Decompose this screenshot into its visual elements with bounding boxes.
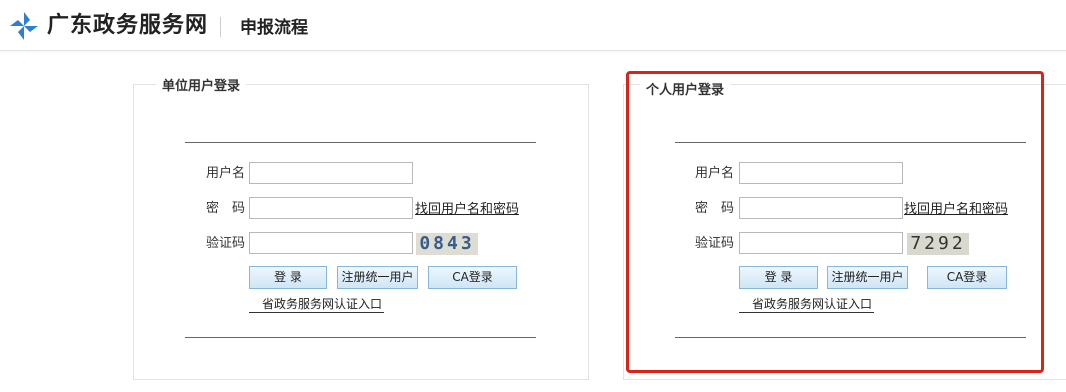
password-input[interactable] — [249, 197, 413, 219]
unit-login-panel: 单位用户登录 用户名 密 码 找回用户名和密码 验证码 0843 登 录 注册统… — [133, 79, 589, 380]
bottom-divider — [185, 337, 536, 338]
captcha-image[interactable]: 7292 — [907, 233, 969, 255]
username-input[interactable] — [739, 162, 903, 184]
password-input[interactable] — [739, 197, 903, 219]
page-title: 申报流程 — [240, 18, 308, 38]
top-header: 广东政务服务网 申报流程 — [0, 0, 1066, 51]
pinwheel-logo-icon[interactable] — [8, 10, 40, 42]
forgot-credentials-link[interactable]: 找回用户名和密码 — [415, 202, 519, 218]
login-button[interactable]: 登 录 — [249, 266, 327, 289]
username-label: 用户名 — [206, 166, 246, 181]
password-label: 密 码 — [206, 201, 246, 216]
captcha-input[interactable] — [739, 232, 903, 254]
personal-login-panel: 个人用户登录 用户名 密 码 找回用户名和密码 验证码 7292 登 录 注册统… — [623, 83, 1066, 380]
register-button[interactable]: 注册统一用户 — [827, 266, 908, 289]
captcha-label: 验证码 — [206, 236, 246, 251]
ca-login-button[interactable]: CA登录 — [428, 266, 517, 289]
forgot-credentials-link[interactable]: 找回用户名和密码 — [904, 202, 1008, 218]
portal-auth-link[interactable]: 省政务服务网认证入口 — [249, 296, 385, 313]
captcha-input[interactable] — [249, 232, 413, 254]
top-divider — [675, 142, 1026, 143]
password-label: 密 码 — [695, 201, 735, 216]
captcha-label: 验证码 — [695, 236, 735, 251]
bottom-divider — [675, 337, 1026, 338]
captcha-image[interactable]: 0843 — [416, 233, 478, 255]
username-input[interactable] — [249, 162, 413, 184]
portal-auth-link[interactable]: 省政务服务网认证入口 — [739, 296, 875, 313]
top-divider — [185, 142, 536, 143]
login-button[interactable]: 登 录 — [739, 266, 818, 289]
header-divider — [220, 17, 221, 37]
ca-login-button[interactable]: CA登录 — [927, 266, 1007, 289]
site-name[interactable]: 广东政务服务网 — [47, 12, 208, 40]
personal-login-title: 个人用户登录 — [640, 83, 731, 99]
username-label: 用户名 — [695, 166, 735, 181]
register-button[interactable]: 注册统一用户 — [337, 266, 418, 289]
unit-login-title: 单位用户登录 — [156, 79, 247, 95]
